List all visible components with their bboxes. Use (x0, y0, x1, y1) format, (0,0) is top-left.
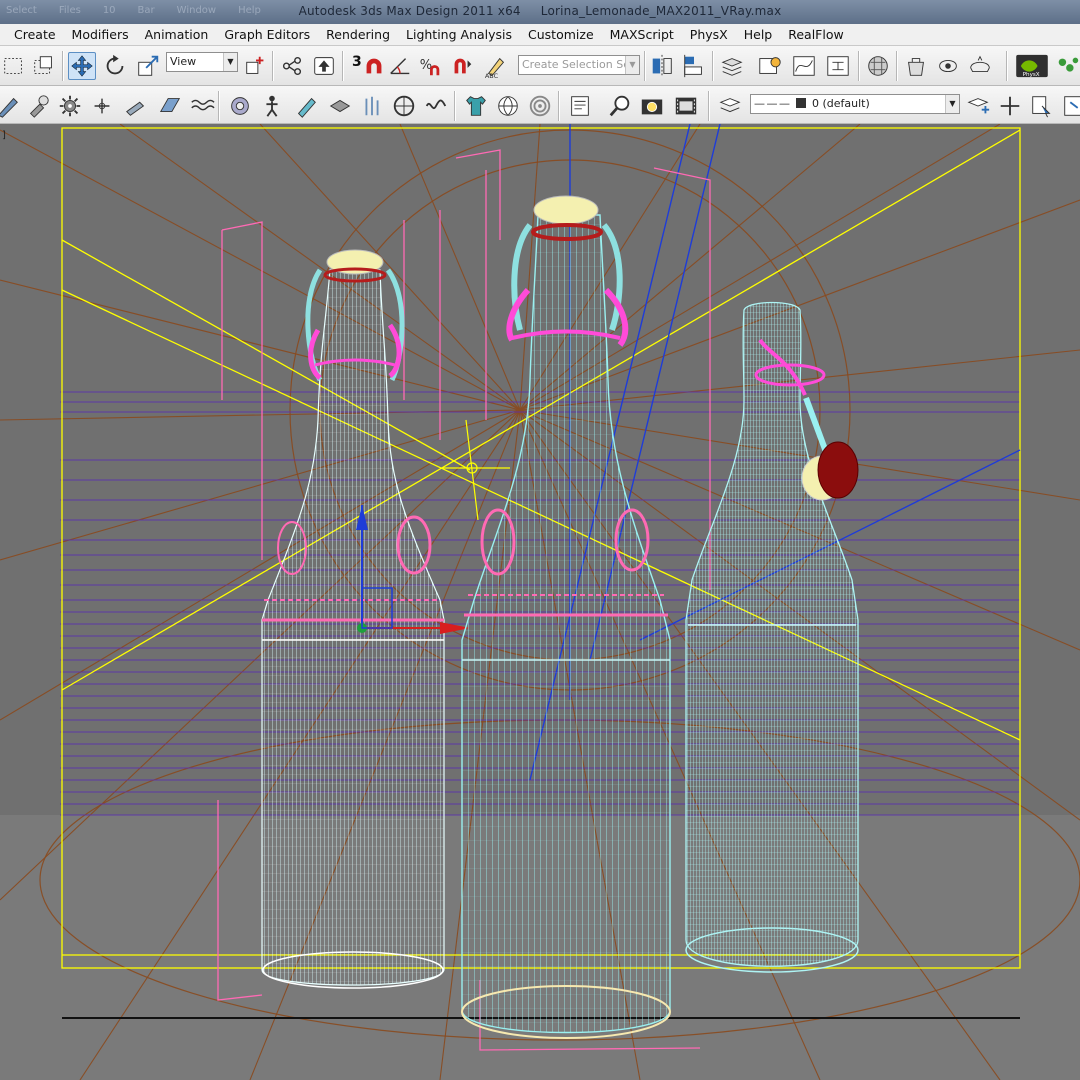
zoom-search-icon[interactable] (606, 92, 634, 120)
select-region-icon[interactable] (0, 52, 28, 80)
window-crossing-icon[interactable] (30, 52, 58, 80)
biped-icon[interactable] (258, 92, 286, 120)
pen-icon[interactable] (122, 92, 150, 120)
realflow-icon[interactable] (1054, 52, 1080, 80)
edit-named-selection-icon[interactable]: ABC (482, 52, 510, 80)
particle-icon[interactable] (88, 92, 116, 120)
reference-coord-value: View (170, 55, 197, 68)
menu-customize[interactable]: Customize (520, 24, 602, 46)
gear-icon[interactable] (56, 92, 84, 120)
pivot-icon[interactable] (242, 52, 270, 80)
move-arrows-icon[interactable] (68, 52, 96, 80)
link-nodes-icon[interactable] (278, 52, 306, 80)
percent-snap-icon[interactable]: % (416, 52, 444, 80)
film-render-icon[interactable] (672, 92, 700, 120)
tshirt-icon[interactable] (462, 92, 490, 120)
viewport-label[interactable]: ] (2, 130, 6, 141)
graphite-tools-icon[interactable] (756, 52, 784, 80)
perspective-viewport[interactable]: ] (0, 124, 1080, 1080)
new-layer-icon[interactable] (964, 92, 992, 120)
spring-icon[interactable] (422, 92, 450, 120)
svg-text:ABC: ABC (485, 72, 499, 79)
select-object-icon[interactable] (310, 52, 338, 80)
hair-icon[interactable] (358, 92, 386, 120)
menu-graph-editors[interactable]: Graph Editors (216, 24, 318, 46)
torus-icon[interactable] (226, 92, 254, 120)
render-setup-icon[interactable] (902, 52, 930, 80)
layer-properties-icon[interactable] (1060, 92, 1080, 120)
chevron-down-icon: ▼ (625, 56, 639, 74)
script-listener-icon[interactable] (566, 92, 594, 120)
reference-coord-dropdown[interactable]: View ▼ (166, 52, 238, 72)
svg-text:PhysX: PhysX (1023, 72, 1040, 78)
current-layer-value: 0 (default) (812, 97, 870, 110)
render-production-icon[interactable] (966, 52, 994, 80)
wheel-icon[interactable] (390, 92, 418, 120)
rendered-frame-window-icon[interactable] (934, 52, 962, 80)
spinner-snap-icon[interactable] (448, 52, 476, 80)
camera-icon[interactable] (638, 92, 666, 120)
rotate-icon[interactable] (101, 52, 129, 80)
align-icon[interactable] (680, 52, 708, 80)
chevron-down-icon: ▼ (945, 95, 959, 113)
named-selection-dropdown[interactable]: Create Selection Se ▼ (518, 55, 640, 75)
surface-icon[interactable] (156, 92, 184, 120)
brush-icon[interactable] (24, 92, 52, 120)
secondary-toolbar: — — — 0 (default) ▼ (0, 86, 1080, 124)
mirror-icon[interactable] (648, 52, 676, 80)
add-to-layer-icon[interactable] (996, 92, 1024, 120)
curve-editor-icon[interactable] (790, 52, 818, 80)
menu-help[interactable]: Help (736, 24, 781, 46)
menu-lighting-analysis[interactable]: Lighting Analysis (398, 24, 520, 46)
material-editor-icon[interactable] (864, 52, 892, 80)
menu-animation[interactable]: Animation (137, 24, 217, 46)
window-title: Autodesk 3ds Max Design 2011 x64 Lorina_… (0, 4, 1080, 18)
layer-stack-icon[interactable] (716, 92, 744, 120)
angle-snap-icon[interactable] (386, 52, 414, 80)
bone-icon[interactable] (292, 92, 320, 120)
current-layer-dropdown[interactable]: — — — 0 (default) ▼ (750, 94, 960, 114)
menu-realflow[interactable]: RealFlow (780, 24, 851, 46)
physx-icon[interactable]: PhysX (1014, 52, 1050, 80)
layer-color-swatch (795, 98, 806, 108)
chevron-down-icon: ▼ (223, 53, 237, 71)
spiral-icon[interactable] (526, 92, 554, 120)
menu-create[interactable]: Create (0, 24, 64, 46)
snap-toggle-icon[interactable] (360, 52, 388, 80)
menu-rendering[interactable]: Rendering (318, 24, 398, 46)
layer-visibility-dashes: — — — (754, 97, 790, 110)
layer-manager-icon[interactable] (718, 52, 746, 80)
main-toolbar: View ▼ 3 % ABC Create Selection Se ▼ Phy… (0, 46, 1080, 86)
named-selection-placeholder: Create Selection Se (522, 58, 630, 71)
menu-bar: Create Modifiers Animation Graph Editors… (0, 24, 1080, 46)
pencil-icon[interactable] (0, 92, 22, 120)
viewport-scene (0, 124, 1080, 1080)
schematic-view-icon[interactable] (824, 52, 852, 80)
menu-physx[interactable]: PhysX (682, 24, 736, 46)
title-bar: Select Files 10 Bar Window Help Autodesk… (0, 0, 1080, 24)
max-app-window: Select Files 10 Bar Window Help Autodesk… (0, 0, 1080, 1080)
app-name: Autodesk 3ds Max Design 2011 x64 (298, 4, 521, 18)
menu-maxscript[interactable]: MAXScript (602, 24, 682, 46)
select-in-layer-icon[interactable] (1028, 92, 1056, 120)
scale-icon[interactable] (134, 52, 162, 80)
globe-icon[interactable] (494, 92, 522, 120)
menu-modifiers[interactable]: Modifiers (64, 24, 137, 46)
cloth-icon[interactable] (326, 92, 354, 120)
wave-icon[interactable] (188, 92, 216, 120)
file-name: Lorina_Lemonade_MAX2011_VRay.max (540, 4, 782, 18)
